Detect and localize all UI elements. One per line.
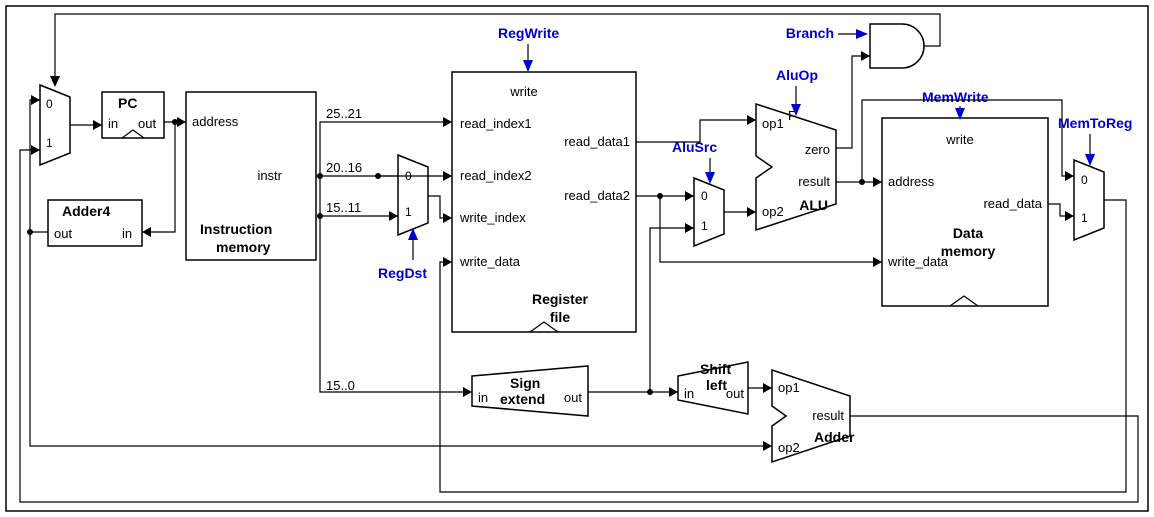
svg-text:AluOp: AluOp: [776, 67, 818, 83]
svg-text:1: 1: [405, 205, 412, 219]
svg-text:MemWrite: MemWrite: [922, 89, 989, 105]
svg-text:write_index: write_index: [459, 210, 526, 225]
svg-text:read_index2: read_index2: [460, 168, 532, 183]
svg-text:1: 1: [701, 219, 708, 233]
svg-text:instr: instr: [257, 168, 282, 183]
svg-text:1: 1: [1081, 211, 1088, 225]
svg-text:op1: op1: [778, 380, 800, 395]
svg-text:op2: op2: [778, 440, 800, 455]
svg-text:result: result: [812, 408, 844, 423]
svg-text:Sign: Sign: [510, 375, 540, 391]
svg-text:address: address: [888, 174, 935, 189]
svg-text:write: write: [509, 84, 537, 99]
svg-text:op1: op1: [762, 116, 784, 131]
svg-text:out: out: [138, 116, 156, 131]
svg-text:left: left: [706, 377, 727, 393]
svg-text:Adder: Adder: [814, 429, 855, 445]
svg-text:Branch: Branch: [786, 25, 834, 41]
svg-text:write_data: write_data: [459, 254, 521, 269]
svg-text:RegWrite: RegWrite: [498, 25, 559, 41]
svg-text:extend: extend: [500, 391, 545, 407]
svg-text:result: result: [798, 174, 830, 189]
svg-text:memory: memory: [941, 243, 996, 259]
svg-text:write_data: write_data: [887, 254, 949, 269]
svg-text:0: 0: [1081, 173, 1088, 187]
svg-text:Adder4: Adder4: [62, 203, 110, 219]
svg-text:read_data1: read_data1: [564, 134, 630, 149]
svg-text:Data: Data: [953, 225, 984, 241]
regdst-label: RegDst: [378, 265, 427, 281]
svg-text:in: in: [122, 226, 132, 241]
svg-text:1: 1: [46, 136, 53, 150]
svg-text:0: 0: [701, 189, 708, 203]
svg-text:read_index1: read_index1: [460, 116, 532, 131]
svg-text:read_data: read_data: [983, 196, 1042, 211]
svg-text:memory: memory: [216, 239, 271, 255]
bits-imm: 15..0: [326, 378, 355, 393]
data-memory: write address read_data write_data Data …: [882, 118, 1048, 306]
pc-source-mux: 0 1: [40, 85, 70, 165]
svg-text:PC: PC: [118, 95, 137, 111]
instruction-memory: address instr Instruction memory: [186, 92, 316, 260]
svg-text:out: out: [54, 226, 72, 241]
svg-text:write: write: [945, 132, 973, 147]
svg-text:zero: zero: [805, 142, 830, 157]
svg-text:out: out: [726, 386, 744, 401]
svg-text:in: in: [108, 116, 118, 131]
bits-rs: 25..21: [326, 106, 362, 121]
svg-text:op2: op2: [762, 204, 784, 219]
svg-text:MemToReg: MemToReg: [1058, 115, 1132, 131]
svg-text:read_data2: read_data2: [564, 188, 630, 203]
svg-text:address: address: [192, 114, 239, 129]
svg-text:file: file: [550, 309, 570, 325]
svg-text:ALU: ALU: [799, 197, 828, 213]
adder4-block: Adder4 out in: [48, 200, 142, 246]
register-file: write read_index1 read_index2 write_inde…: [452, 72, 636, 332]
svg-text:in: in: [684, 386, 694, 401]
svg-text:out: out: [564, 390, 582, 405]
bits-rt: 20..16: [326, 160, 362, 175]
svg-text:0: 0: [46, 97, 53, 111]
svg-text:Shift: Shift: [700, 361, 731, 377]
svg-text:in: in: [478, 390, 488, 405]
svg-text:Instruction: Instruction: [200, 221, 272, 237]
datapath-diagram: 0 1 PC in out Adder4 out in address inst…: [0, 0, 1154, 517]
svg-text:Register: Register: [532, 291, 589, 307]
pc-register: PC in out: [102, 92, 164, 138]
bits-rd: 15..11: [326, 200, 361, 215]
